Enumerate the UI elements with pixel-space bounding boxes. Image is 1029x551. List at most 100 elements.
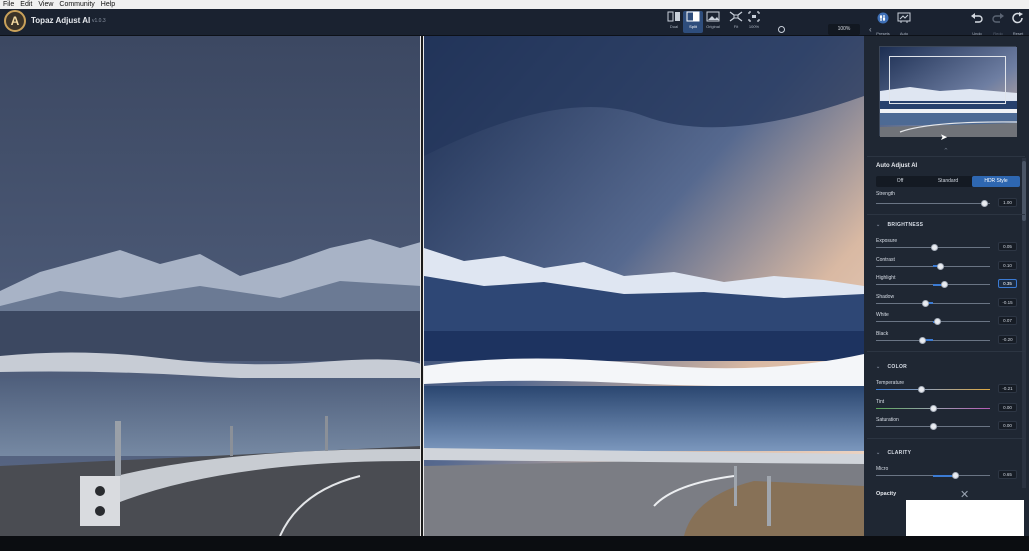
fit-button[interactable]: Fit bbox=[726, 11, 746, 33]
exposure-slider-knob[interactable] bbox=[930, 244, 938, 251]
menu-help[interactable]: Help bbox=[98, 0, 118, 9]
highlight-slider[interactable] bbox=[876, 281, 990, 288]
contrast-value[interactable]: 0.10 bbox=[998, 260, 1017, 270]
opacity-label: Opacity bbox=[876, 491, 897, 497]
fit-label: Fit bbox=[733, 24, 739, 29]
auto-mode-hdr-style[interactable]: HDR Style bbox=[972, 176, 1020, 187]
temperature-slider[interactable] bbox=[876, 386, 990, 393]
reset-button[interactable]: Reset bbox=[1008, 11, 1028, 36]
temperature-value[interactable]: -0.21 bbox=[998, 384, 1017, 393]
section-title: CLARITY bbox=[887, 450, 912, 456]
saturation-value[interactable]: 0.00 bbox=[998, 421, 1017, 430]
panel-scroll-thumb[interactable] bbox=[1022, 161, 1026, 221]
section-header-color[interactable]: ⌄ COLOR bbox=[876, 364, 907, 370]
menu-edit[interactable]: Edit bbox=[17, 0, 35, 9]
shadow-slider[interactable] bbox=[876, 299, 990, 307]
tint-slider[interactable] bbox=[876, 404, 990, 412]
auto-mode-standard[interactable]: Standard bbox=[924, 176, 972, 187]
highlight-value[interactable]: 0.35 bbox=[998, 279, 1017, 288]
focus-indicator-icon[interactable] bbox=[778, 26, 785, 33]
chevron-left-icon[interactable]: ‹ bbox=[869, 25, 872, 34]
presets-button[interactable]: Presets bbox=[873, 11, 893, 36]
menu-bar: File Edit View Community Help bbox=[0, 0, 1029, 9]
tint-label: Tint bbox=[876, 398, 885, 405]
section-title: COLOR bbox=[887, 364, 908, 370]
contrast-label: Contrast bbox=[876, 256, 895, 263]
micro-label: Micro bbox=[876, 466, 889, 472]
original-view-icon bbox=[706, 11, 720, 22]
micro-value[interactable]: 0.65 bbox=[998, 470, 1017, 479]
app-title: Topaz Adjust AI bbox=[31, 16, 91, 25]
dual-view-button[interactable]: Dual bbox=[664, 11, 684, 33]
chevron-down-icon: ⌄ bbox=[876, 364, 881, 370]
shadow-slider-knob[interactable] bbox=[921, 299, 929, 307]
zoom-100-label: 100% bbox=[748, 24, 760, 29]
tint-slider-knob[interactable] bbox=[929, 404, 937, 412]
zoom-100-button[interactable]: 100% bbox=[744, 11, 764, 33]
auto-button[interactable]: Auto bbox=[894, 11, 914, 36]
auto-adjust-mode-selector: Off Standard HDR Style bbox=[876, 176, 1020, 187]
chevron-down-icon: ⌄ bbox=[876, 450, 881, 456]
strength-label: Strength bbox=[876, 191, 895, 197]
undo-button[interactable]: Undo bbox=[967, 11, 987, 36]
shadow-value[interactable]: -0.15 bbox=[998, 297, 1017, 307]
top-toolbar: A Topaz Adjust AI v1.0.3 Dual Split Orig… bbox=[0, 9, 1029, 36]
menu-file[interactable]: File bbox=[0, 0, 17, 9]
micro-slider-knob[interactable] bbox=[952, 472, 960, 479]
menu-community[interactable]: Community bbox=[56, 0, 97, 9]
bottom-bar bbox=[0, 536, 1029, 551]
strength-value[interactable]: 1.00 bbox=[998, 198, 1017, 207]
exposure-value[interactable]: 0.05 bbox=[998, 242, 1017, 251]
saturation-slider-knob[interactable] bbox=[929, 423, 937, 430]
presets-icon bbox=[877, 12, 889, 24]
temperature-slider-knob[interactable] bbox=[918, 386, 926, 393]
temperature-label: Temperature bbox=[876, 380, 905, 386]
section-header-clarity[interactable]: ⌄ CLARITY bbox=[876, 450, 911, 456]
strength-slider-knob[interactable] bbox=[980, 200, 988, 207]
dual-view-label: Dual bbox=[669, 24, 679, 29]
panel-divider bbox=[867, 351, 1025, 352]
section-title: BRIGHTNESS bbox=[887, 222, 924, 228]
chevron-up-icon[interactable]: ⌃ bbox=[943, 147, 949, 155]
strength-slider[interactable] bbox=[876, 200, 990, 207]
adjusted-image-half bbox=[424, 36, 864, 536]
split-divider-handle[interactable] bbox=[420, 36, 424, 536]
contrast-slider[interactable] bbox=[876, 262, 990, 270]
auto-adjust-title: Auto Adjust AI bbox=[876, 163, 918, 169]
black-slider[interactable] bbox=[876, 336, 990, 344]
section-header-brightness[interactable]: ⌄ BRIGHTNESS bbox=[876, 222, 923, 228]
shadow-label: Shadow bbox=[876, 293, 895, 300]
black-slider-knob[interactable] bbox=[919, 336, 927, 344]
zoom-level[interactable]: 100% bbox=[828, 24, 860, 35]
tint-value[interactable]: 0.00 bbox=[998, 402, 1017, 412]
saturation-label: Saturation bbox=[876, 417, 899, 423]
highlight-slider-knob[interactable] bbox=[940, 281, 948, 288]
white-value[interactable]: 0.07 bbox=[998, 316, 1017, 325]
micro-slider[interactable] bbox=[876, 472, 990, 479]
adjustment-panel: ➤ ⌃ Auto Adjust AI Off Standard HDR Styl… bbox=[864, 36, 1029, 536]
black-value[interactable]: -0.20 bbox=[998, 334, 1017, 344]
redo-button[interactable]: Redo bbox=[988, 11, 1008, 36]
navigator-viewport-rect[interactable] bbox=[889, 56, 1006, 104]
chevron-down-icon: ⌄ bbox=[876, 222, 881, 228]
dual-view-icon bbox=[667, 11, 680, 22]
exposure-slider[interactable] bbox=[876, 244, 990, 251]
navigator-preview[interactable] bbox=[879, 46, 1017, 137]
saturation-slider[interactable] bbox=[876, 423, 990, 430]
undo-icon bbox=[971, 13, 983, 23]
original-image-half bbox=[0, 36, 421, 536]
panel-divider bbox=[867, 214, 1025, 215]
white-slider-knob[interactable] bbox=[934, 318, 942, 325]
mouse-cursor-icon: ➤ bbox=[940, 132, 948, 142]
white-slider[interactable] bbox=[876, 318, 990, 325]
original-view-button[interactable]: Original bbox=[703, 11, 723, 33]
redo-icon bbox=[992, 13, 1004, 23]
app-version: v1.0.3 bbox=[92, 18, 106, 24]
menu-view[interactable]: View bbox=[35, 0, 56, 9]
auto-mode-off[interactable]: Off bbox=[876, 176, 924, 187]
split-view-button[interactable]: Split bbox=[683, 11, 703, 33]
original-view-label: Original bbox=[706, 24, 720, 29]
contrast-slider-knob[interactable] bbox=[937, 262, 945, 270]
image-canvas[interactable] bbox=[0, 36, 864, 536]
panel-divider bbox=[867, 437, 1025, 439]
